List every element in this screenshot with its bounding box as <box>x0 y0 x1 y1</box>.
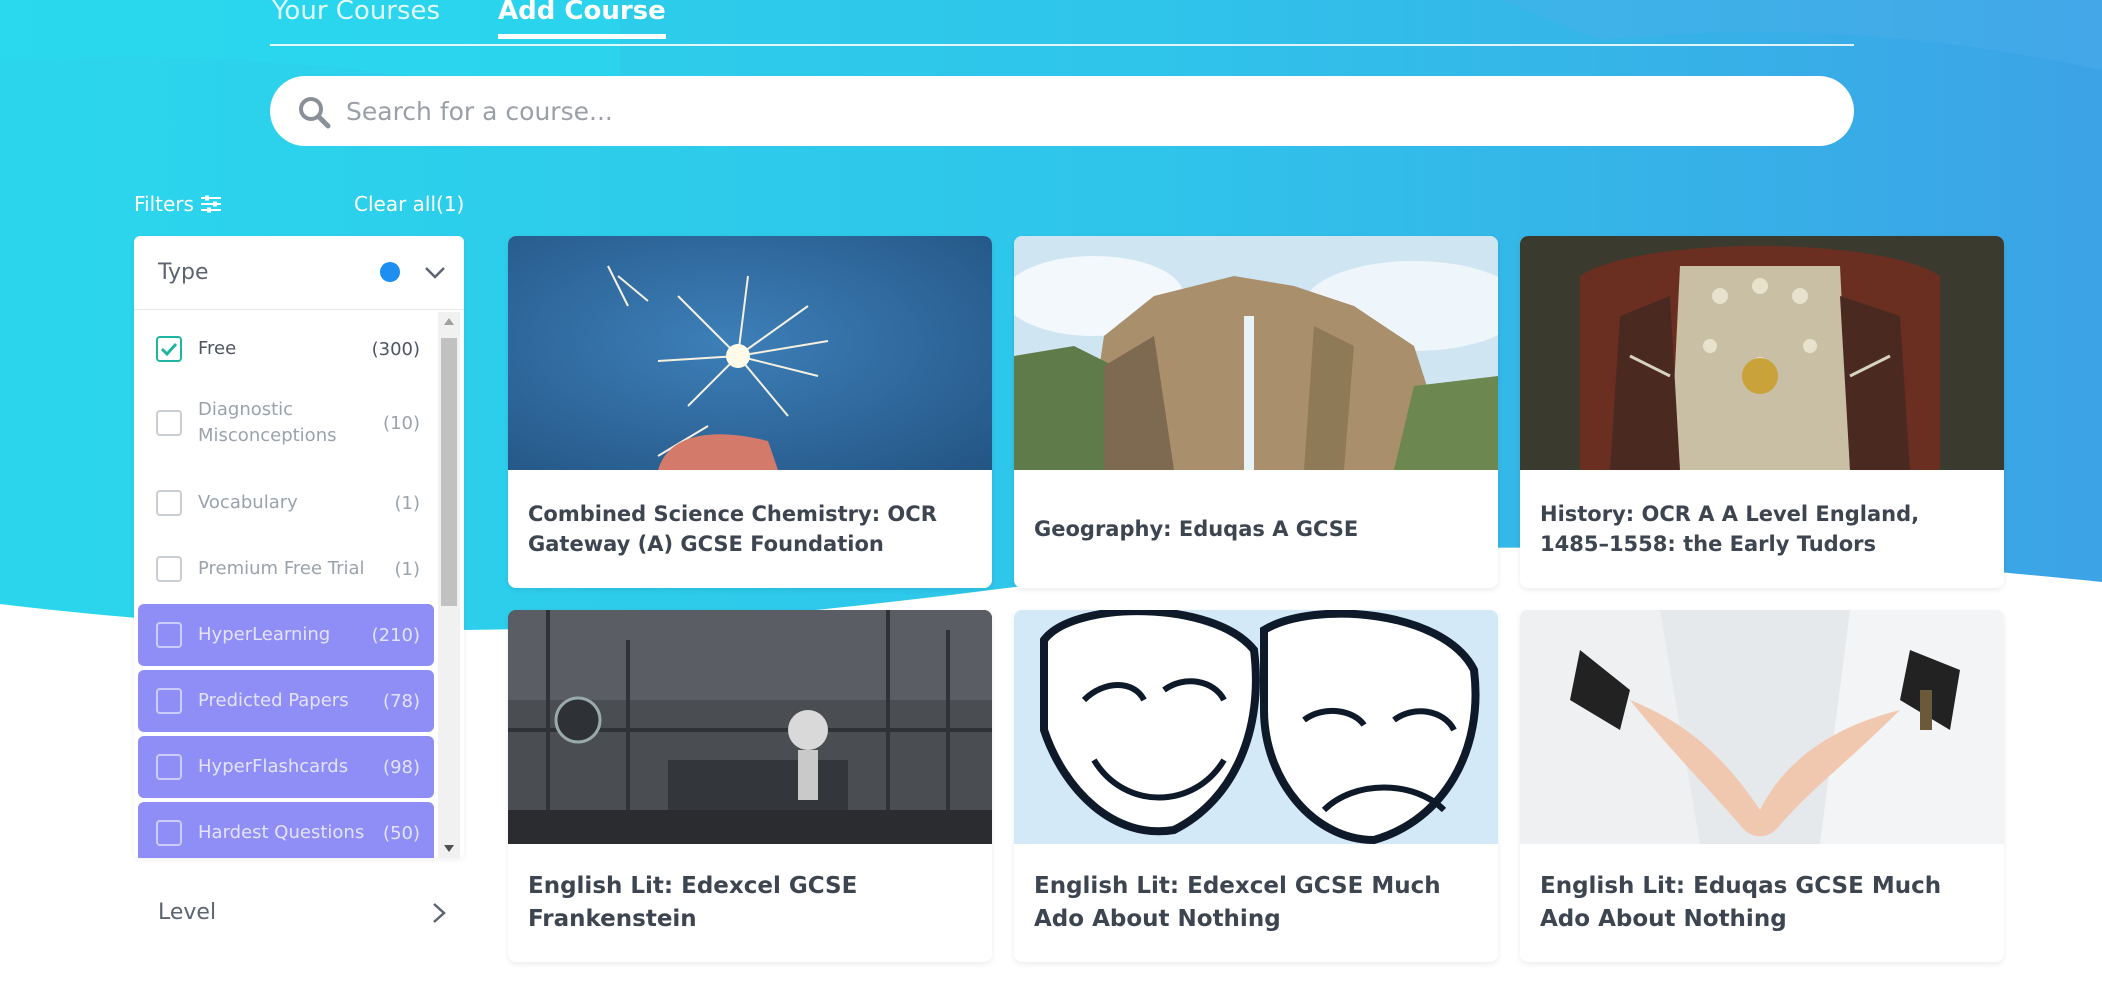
filter-option-label: Premium Free Trial <box>198 558 365 579</box>
course-image-laboratory <box>508 610 992 844</box>
search-input[interactable] <box>346 76 1826 146</box>
filter-option-label: HyperFlashcards <box>198 756 349 777</box>
filter-option-label: Vocabulary <box>198 492 298 513</box>
filter-option-count: (10) <box>383 412 420 434</box>
filter-option-count: (1) <box>394 558 421 580</box>
filter-option-predicted-papers[interactable]: Predicted Papers (78) <box>138 670 434 732</box>
type-filter-panel: Type Free (300) Diagnostic Misconception… <box>134 236 464 858</box>
tab-add-course[interactable]: Add Course <box>498 0 666 39</box>
filter-option-hyperflashcards[interactable]: HyperFlashcards (98) <box>138 736 434 798</box>
type-filter-title: Type <box>158 260 209 285</box>
filter-option-label: Hardest Questions <box>198 822 365 843</box>
next-filter-panel[interactable] <box>134 968 464 982</box>
checkbox[interactable] <box>156 622 182 648</box>
filter-option-count: (1) <box>394 492 421 514</box>
course-image-waterfall-cliffs <box>1014 236 1498 470</box>
filter-option-count: (50) <box>383 822 420 844</box>
checkbox-checked[interactable] <box>156 336 182 362</box>
filter-option-label: HyperLearning <box>198 624 331 645</box>
filter-option-count: (78) <box>383 690 420 712</box>
filter-option-diagnostic[interactable]: Diagnostic Misconceptions (10) <box>138 384 434 462</box>
filters-text: Filters <box>134 192 194 216</box>
course-card[interactable]: Combined Science Chemistry: OCR Gateway … <box>508 236 992 588</box>
checkbox[interactable] <box>156 410 182 436</box>
checkbox[interactable] <box>156 754 182 780</box>
filters-label: Filters <box>134 192 222 216</box>
filter-option-hardest-questions[interactable]: Hardest Questions (50) <box>138 802 434 858</box>
search-bar <box>270 76 1854 146</box>
sliders-icon <box>200 195 221 213</box>
scroll-down-arrow-icon[interactable] <box>444 845 454 852</box>
level-filter-panel[interactable]: Level <box>134 876 464 950</box>
course-card-partial[interactable] <box>1520 976 2004 982</box>
course-title: English Lit: Edexcel GCSE Frankenstein <box>528 873 858 932</box>
course-card-partial[interactable] <box>1014 976 1498 982</box>
course-tabs: Your Courses Add Course <box>270 0 1854 46</box>
filter-option-count: (300) <box>371 338 420 360</box>
filter-option-label: Diagnostic Misconceptions <box>198 399 337 446</box>
course-card-partial[interactable] <box>508 976 992 982</box>
filter-option-vocabulary[interactable]: Vocabulary (1) <box>138 472 434 534</box>
course-title: History: OCR A A Level England, 1485–155… <box>1540 502 1920 556</box>
filter-option-hyperlearning[interactable]: HyperLearning (210) <box>138 604 434 666</box>
search-icon <box>299 97 331 129</box>
course-card[interactable]: History: OCR A A Level England, 1485–155… <box>1520 236 2004 588</box>
scroll-up-arrow-icon[interactable] <box>444 318 454 325</box>
filter-option-count: (210) <box>371 624 420 646</box>
level-filter-title: Level <box>158 900 217 925</box>
course-card[interactable]: English Lit: Edexcel GCSE Frankenstein <box>508 610 992 962</box>
type-filter-header[interactable]: Type <box>134 236 464 310</box>
course-title: English Lit: Eduqas GCSE Much Ado About … <box>1540 873 1942 932</box>
active-filter-dot <box>380 262 400 282</box>
filter-option-label: Free <box>198 338 237 359</box>
course-image-sparkler <box>508 236 992 470</box>
chevron-right-icon <box>433 903 446 923</box>
scroll-thumb[interactable] <box>441 338 457 606</box>
checkbox[interactable] <box>156 820 182 846</box>
filter-option-free[interactable]: Free (300) <box>138 318 434 380</box>
course-title: Combined Science Chemistry: OCR Gateway … <box>528 502 937 556</box>
filter-option-count: (98) <box>383 756 420 778</box>
checkmark-icon <box>160 342 178 357</box>
checkbox[interactable] <box>156 490 182 516</box>
course-image-tudor-portrait <box>1520 236 2004 470</box>
course-card[interactable]: English Lit: Edexcel GCSE Much Ado About… <box>1014 610 1498 962</box>
course-card[interactable]: Geography: Eduqas A GCSE <box>1014 236 1498 588</box>
clear-all-link[interactable]: Clear all(1) <box>354 192 464 216</box>
course-image-wedding-hands <box>1520 610 2004 844</box>
course-title: Geography: Eduqas A GCSE <box>1034 517 1359 541</box>
filter-option-label: Predicted Papers <box>198 690 349 711</box>
course-title: English Lit: Edexcel GCSE Much Ado About… <box>1034 873 1441 932</box>
checkbox[interactable] <box>156 556 182 582</box>
chevron-down-icon <box>425 267 445 279</box>
filter-option-premium-trial[interactable]: Premium Free Trial (1) <box>138 538 434 600</box>
filter-scrollbar[interactable] <box>438 312 460 858</box>
tab-your-courses[interactable]: Your Courses <box>272 0 440 34</box>
course-card[interactable]: English Lit: Eduqas GCSE Much Ado About … <box>1520 610 2004 962</box>
course-image-theatre-masks <box>1014 610 1498 844</box>
checkbox[interactable] <box>156 688 182 714</box>
